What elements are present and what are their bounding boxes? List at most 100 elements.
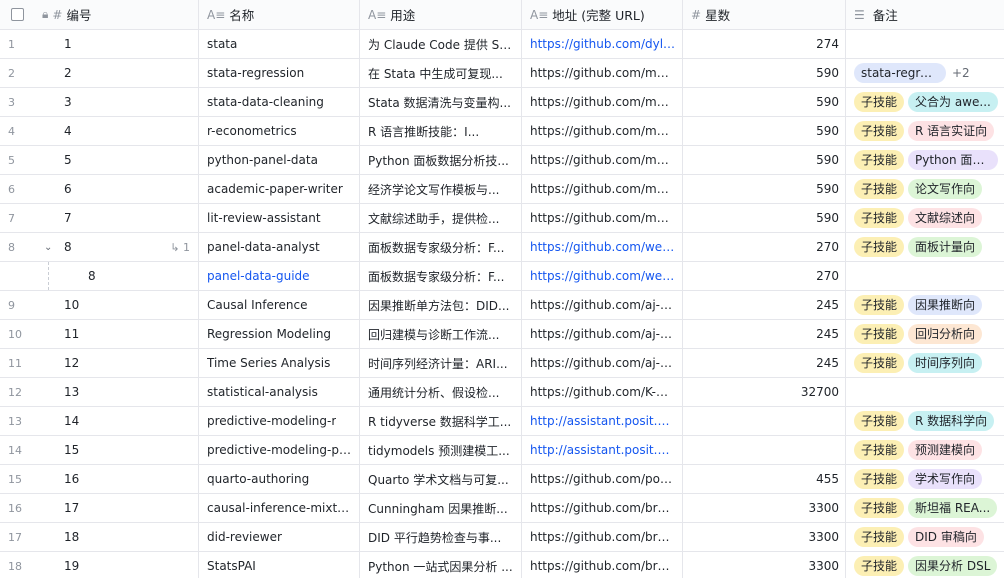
- cell-num[interactable]: 17 18: [0, 523, 199, 551]
- cell-notes[interactable]: 子技能 因果推断向: [846, 291, 1004, 319]
- cell-name[interactable]: lit-review-assistant: [199, 204, 360, 232]
- cell-num[interactable]: 8: [0, 262, 199, 290]
- cell-url[interactable]: https://github.com/aj-g...: [522, 349, 683, 377]
- table-row[interactable]: 12 13 statistical-analysis 通用统计分析、假设检... htt…: [0, 378, 1004, 407]
- cell-name[interactable]: did-reviewer: [199, 523, 360, 551]
- cell-url[interactable]: https://github.com/aj-g...: [522, 320, 683, 348]
- cell-stars[interactable]: 455: [683, 465, 846, 493]
- subrecord-count[interactable]: ↳ 1: [170, 241, 190, 254]
- cell-name[interactable]: panel-data-analyst: [199, 233, 360, 261]
- header-select-all[interactable]: [0, 0, 34, 29]
- cell-name[interactable]: StatsPAI: [199, 552, 360, 578]
- url-link[interactable]: https://github.com/went...: [530, 269, 676, 283]
- cell-url[interactable]: https://github.com/mele...: [522, 146, 683, 174]
- cell-stars[interactable]: 3300: [683, 494, 846, 522]
- table-row[interactable]: 4 4 r-econometrics R 语言推断技能：I... https://git…: [0, 117, 1004, 146]
- cell-num[interactable]: 11: [0, 30, 199, 58]
- cell-purpose[interactable]: Cunningham 因果推断...: [360, 494, 522, 522]
- cell-notes[interactable]: 子技能 论文写作向: [846, 175, 1004, 203]
- cell-notes[interactable]: 子技能 回归分析向: [846, 320, 1004, 348]
- cell-stars[interactable]: 270: [683, 262, 846, 290]
- cell-url[interactable]: https://github.com/mele...: [522, 204, 683, 232]
- table-row[interactable]: 16 17 causal-inference-mixtape Cunningham 因…: [0, 494, 1004, 523]
- cell-url[interactable]: https://github.com/bryc...: [522, 523, 683, 551]
- cell-purpose[interactable]: 时间序列经济计量：ARI...: [360, 349, 522, 377]
- cell-notes[interactable]: 子技能 文献综述向: [846, 204, 1004, 232]
- cell-name[interactable]: stata: [199, 30, 360, 58]
- cell-num[interactable]: 8 ⌄ 8 ↳ 1: [0, 233, 199, 261]
- cell-stars[interactable]: 245: [683, 320, 846, 348]
- column-header-purpose[interactable]: A≡ 用途: [360, 0, 522, 29]
- cell-url[interactable]: https://github.com/mele...: [522, 175, 683, 203]
- table-row[interactable]: 11 12 Time Series Analysis 时间序列经济计量：ARI... h…: [0, 349, 1004, 378]
- cell-url[interactable]: https://github.com/mele...: [522, 117, 683, 145]
- cell-num[interactable]: 16 17: [0, 494, 199, 522]
- cell-stars[interactable]: 245: [683, 291, 846, 319]
- url-link[interactable]: https://github.com/went...: [530, 240, 676, 254]
- column-header-notes[interactable]: ☰ 备注: [846, 0, 1004, 29]
- cell-stars[interactable]: 590: [683, 146, 846, 174]
- url-link[interactable]: http://assistant.posit.co...: [530, 443, 676, 457]
- cell-name[interactable]: panel-data-guide: [199, 262, 360, 290]
- cell-num[interactable]: 15 16: [0, 465, 199, 493]
- cell-url[interactable]: https://github.com/bryc...: [522, 552, 683, 578]
- cell-notes[interactable]: 子技能 R 数据科学向: [846, 407, 1004, 435]
- cell-purpose[interactable]: Python 面板数据分析技...: [360, 146, 522, 174]
- cell-name[interactable]: stata-regression: [199, 59, 360, 87]
- url-link[interactable]: http://assistant.posit.co...: [530, 414, 676, 428]
- cell-name[interactable]: statistical-analysis: [199, 378, 360, 406]
- cell-notes[interactable]: 子技能 R 语言实证向: [846, 117, 1004, 145]
- cell-url[interactable]: https://github.com/dyla...: [522, 30, 683, 58]
- cell-stars[interactable]: 270: [683, 233, 846, 261]
- cell-notes[interactable]: 子技能 预测建模向: [846, 436, 1004, 464]
- cell-notes[interactable]: 子技能 斯坦福 REA...: [846, 494, 1004, 522]
- column-header-name[interactable]: A≡ 名称: [199, 0, 360, 29]
- cell-stars[interactable]: [683, 407, 846, 435]
- cell-num[interactable]: 22: [0, 59, 199, 87]
- cell-notes[interactable]: 子技能 Python 面板...: [846, 146, 1004, 174]
- table-row[interactable]: 17 18 did-reviewer DID 平行趋势检查与事... https://g…: [0, 523, 1004, 552]
- table-row[interactable]: 15 16 quarto-authoring Quarto 学术文档与可复... htt…: [0, 465, 1004, 494]
- cell-num[interactable]: 66: [0, 175, 199, 203]
- table-row[interactable]: 10 11 Regression Modeling 回归建模与诊断工作流... http…: [0, 320, 1004, 349]
- cell-name[interactable]: python-panel-data: [199, 146, 360, 174]
- cell-name[interactable]: predictive-modeling-pyt...: [199, 436, 360, 464]
- table-row[interactable]: 5 5 python-panel-data Python 面板数据分析技... http…: [0, 146, 1004, 175]
- cell-url[interactable]: https://github.com/bryc...: [522, 494, 683, 522]
- column-header-num[interactable]: 🔒︎ # 编号: [34, 0, 199, 29]
- cell-stars[interactable]: 590: [683, 59, 846, 87]
- cell-name[interactable]: quarto-authoring: [199, 465, 360, 493]
- cell-stars[interactable]: 245: [683, 349, 846, 377]
- cell-purpose[interactable]: 回归建模与诊断工作流...: [360, 320, 522, 348]
- cell-url[interactable]: https://github.com/aj-g...: [522, 291, 683, 319]
- cell-purpose[interactable]: R tidyverse 数据科学工...: [360, 407, 522, 435]
- table-row[interactable]: 8 ⌄ 8 ↳ 1 panel-data-analyst 面板数据专家级分析：F... ht…: [0, 233, 1004, 262]
- cell-num[interactable]: 12 13: [0, 378, 199, 406]
- cell-purpose[interactable]: 因果推断单方法包：DID...: [360, 291, 522, 319]
- cell-notes[interactable]: 子技能 父合为 awe...: [846, 88, 1004, 116]
- chevron-down-icon[interactable]: ⌄: [44, 242, 52, 253]
- cell-num[interactable]: 10 11: [0, 320, 199, 348]
- cell-name[interactable]: Time Series Analysis: [199, 349, 360, 377]
- cell-purpose[interactable]: tidymodels 预测建模工...: [360, 436, 522, 464]
- cell-name[interactable]: predictive-modeling-r: [199, 407, 360, 435]
- cell-purpose[interactable]: R 语言推断技能：I...: [360, 117, 522, 145]
- cell-num[interactable]: 33: [0, 88, 199, 116]
- cell-stars[interactable]: [683, 436, 846, 464]
- cell-num[interactable]: 9 10: [0, 291, 199, 319]
- cell-name[interactable]: academic-paper-writer: [199, 175, 360, 203]
- cell-url[interactable]: https://github.com/went...: [522, 233, 683, 261]
- cell-url[interactable]: https://github.com/posit...: [522, 465, 683, 493]
- column-header-url[interactable]: A≡ 地址 (完整 URL): [522, 0, 683, 29]
- cell-url[interactable]: http://assistant.posit.co...: [522, 436, 683, 464]
- cell-purpose[interactable]: Python 一站式因果分析 ...: [360, 552, 522, 578]
- cell-name[interactable]: Causal Inference: [199, 291, 360, 319]
- cell-stars[interactable]: 3300: [683, 552, 846, 578]
- cell-url[interactable]: https://github.com/went...: [522, 262, 683, 290]
- cell-purpose[interactable]: 在 Stata 中生成可复现...: [360, 59, 522, 87]
- cell-notes[interactable]: [846, 378, 1004, 406]
- cell-num[interactable]: 18 19: [0, 552, 199, 578]
- cell-url[interactable]: https://github.com/mele...: [522, 88, 683, 116]
- cell-purpose[interactable]: 为 Claude Code 提供 St...: [360, 30, 522, 58]
- cell-url[interactable]: http://assistant.posit.co...: [522, 407, 683, 435]
